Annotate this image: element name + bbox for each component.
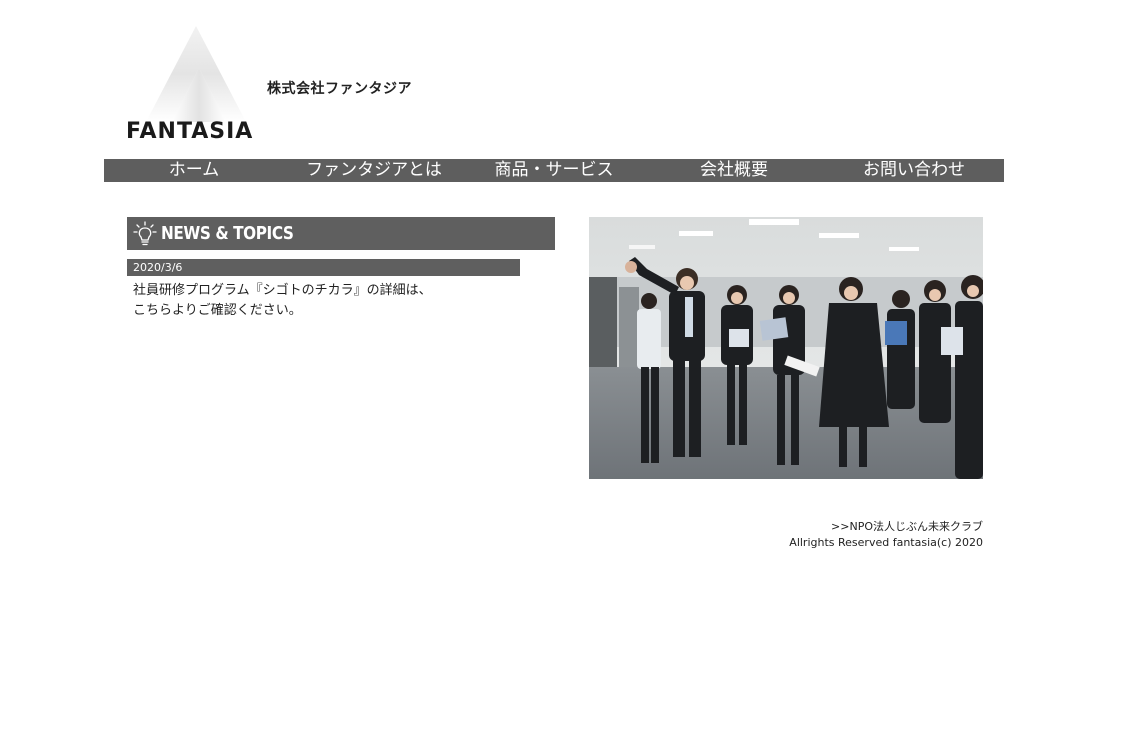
news-details-link[interactable]: こちらよりご確認ください。 [133, 303, 302, 318]
nav-item-contact[interactable]: お問い合わせ [824, 159, 1004, 182]
news-topics-title: NEWS & TOPICS [161, 223, 294, 244]
company-name: 株式会社ファンタジア [267, 81, 412, 97]
svg-text:FANTASIA: FANTASIA [126, 119, 253, 144]
nav-item-home[interactable]: ホーム [104, 159, 284, 182]
nav-item-about[interactable]: ファンタジアとは [284, 159, 464, 182]
npo-link[interactable]: >>NPO法人じぶん未来クラブ [831, 518, 983, 534]
nav-item-products-services[interactable]: 商品・サービス [464, 159, 644, 182]
nav-item-company-profile[interactable]: 会社概要 [644, 159, 824, 182]
news-topics-header: NEWS & TOPICS [127, 217, 555, 250]
lightbulb-icon [133, 220, 157, 245]
page: FANTASIA 株式会社ファンタジア ホーム ファンタジアとは 商品・サービス… [0, 0, 1124, 752]
news-date: 2020/3/6 [127, 259, 520, 276]
logo-wordmark: FANTASIA [126, 119, 253, 144]
news-item-text: 社員研修プログラム『シゴトのチカラ』の詳細は、 こちらよりご確認ください。 [133, 281, 533, 321]
training-photo-image [589, 217, 983, 479]
main-navigation: ホーム ファンタジアとは 商品・サービス 会社概要 お問い合わせ [104, 159, 1004, 182]
news-text-line-1: 社員研修プログラム『シゴトのチカラ』の詳細は、 [133, 283, 432, 298]
fantasia-logo[interactable]: FANTASIA [126, 24, 261, 144]
copyright-text: Allrights Reserved fantasia(c) 2020 [789, 536, 983, 549]
training-photo [589, 217, 983, 479]
